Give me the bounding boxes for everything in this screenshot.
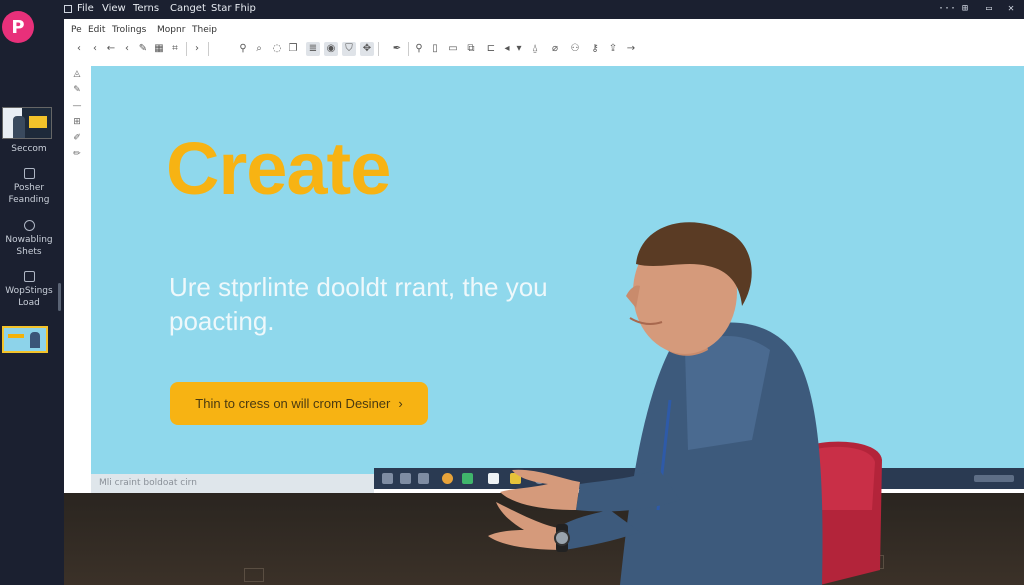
menu-canget[interactable]: Canget xyxy=(170,3,206,14)
menu-terns[interactable]: Terns xyxy=(133,3,159,14)
settings-icon xyxy=(23,220,35,231)
sidebar-item-wopstings[interactable]: WopStings Load xyxy=(0,271,58,309)
shape-icon[interactable]: ◬ xyxy=(70,67,84,81)
list-icon[interactable]: ≣ xyxy=(306,42,320,56)
grid-icon[interactable]: ▦ xyxy=(152,42,166,56)
grid-icon[interactable]: ⊞ xyxy=(962,3,968,14)
sidebar-item-label: Nowabling xyxy=(5,235,53,245)
arrow-right-icon[interactable]: → xyxy=(624,42,638,56)
app-menu-icon[interactable] xyxy=(64,5,72,13)
shield-icon[interactable]: ⛉ xyxy=(342,42,356,56)
status-bar: Mli craint boldoat cirn xyxy=(91,474,374,493)
sidebar-item-sublabel: Feanding xyxy=(8,195,50,205)
sidebar-item-sublabel: Load xyxy=(18,298,40,308)
brush-icon[interactable]: ✏ xyxy=(70,147,84,161)
move-icon[interactable]: ✥ xyxy=(360,42,374,56)
image-icon xyxy=(23,168,35,179)
pen-icon[interactable]: ✐ xyxy=(70,131,84,145)
layers-icon[interactable]: ⧉ xyxy=(464,42,478,56)
chevron-left-icon[interactable]: ‹ xyxy=(88,42,102,56)
more-icon[interactable]: ··· xyxy=(938,3,956,14)
sidebar-item-nowabling[interactable]: Nowabling Shets xyxy=(0,220,58,258)
submenu-theip[interactable]: Theip xyxy=(192,25,217,35)
menu-star-fhip[interactable]: Star Fhip xyxy=(211,3,256,14)
app-logo[interactable]: P xyxy=(2,11,34,43)
chevron-right-icon[interactable]: › xyxy=(190,42,204,56)
cta-button[interactable]: Thin to cress on will crom Desiner › xyxy=(170,382,428,425)
line-icon[interactable]: — xyxy=(70,99,84,113)
chevron-down-icon[interactable]: ▾ xyxy=(512,42,526,56)
file-icon[interactable]: ▯ xyxy=(428,42,442,56)
play-icon[interactable]: ◉ xyxy=(324,42,338,56)
system-tray[interactable] xyxy=(974,475,1014,482)
sidebar-item-label: WopStings xyxy=(5,286,53,296)
chevron-left-icon[interactable]: ‹ xyxy=(120,42,134,56)
document-icon xyxy=(23,271,35,282)
slide-thumbnail-2[interactable] xyxy=(2,326,48,353)
menu-view[interactable]: View xyxy=(102,3,126,14)
toolbar: ‹ ‹ ← ‹ ✎ ▦ ⌗ › ⚲ ⌕ ◌ ❐ ≣ ◉ ⛉ ✥ ✒ ⚲ ▯ ▭ … xyxy=(72,42,712,58)
pin-icon[interactable]: ⚲ xyxy=(236,42,250,56)
pencil-icon[interactable]: ✎ xyxy=(70,83,84,97)
pen-icon[interactable]: ✒ xyxy=(390,42,404,56)
submenu-edit[interactable]: Edit xyxy=(88,25,105,35)
sidebar-item-label: Posher xyxy=(13,183,45,193)
sidebar-scrollbar[interactable] xyxy=(58,283,61,311)
sidebar-item-seccom[interactable]: Seccom xyxy=(0,144,58,154)
sidebar-item-posher[interactable]: Posher Feanding xyxy=(0,168,58,206)
cta-label: Thin to cress on will crom Desiner xyxy=(195,396,391,411)
cursor-icon[interactable]: ⊏ xyxy=(484,42,498,56)
status-text: Mli craint boldoat cirn xyxy=(99,478,197,488)
left-sidebar: P Seccom Posher Feanding Nowabling Shets… xyxy=(0,0,64,585)
submenu-trolings[interactable]: Trolings xyxy=(112,25,146,35)
share-icon[interactable]: ⇪ xyxy=(606,42,620,56)
chat-icon[interactable] xyxy=(418,473,429,484)
copy-icon[interactable]: ❐ xyxy=(286,42,300,56)
slide-thumbnail-1[interactable] xyxy=(2,107,52,139)
menu-bar: File View Terns Canget Star Fhip ··· ⊞ ▭… xyxy=(64,0,1024,19)
table-icon[interactable]: ⊞ xyxy=(70,115,84,129)
crop-icon[interactable]: ⌗ xyxy=(168,42,182,56)
submenu-mopnr[interactable]: Mopnr xyxy=(157,25,185,35)
image-icon[interactable]: ▭ xyxy=(446,42,460,56)
chevron-right-icon: › xyxy=(398,396,403,411)
presenter-photo xyxy=(488,222,882,585)
person-icon[interactable]: ⚇ xyxy=(568,42,582,56)
submenu-pe[interactable]: Pe xyxy=(71,25,82,35)
arrow-left-icon[interactable]: ← xyxy=(104,42,118,56)
key-icon[interactable]: ⚷ xyxy=(588,42,602,56)
comment-icon[interactable]: ◌ xyxy=(270,42,284,56)
clip-icon[interactable]: ⌀ xyxy=(548,42,562,56)
lock-icon[interactable]: ⍙ xyxy=(528,42,542,56)
search-icon[interactable] xyxy=(400,473,411,484)
chevron-left-icon[interactable]: ‹ xyxy=(72,42,86,56)
sidebar-item-sublabel: Shets xyxy=(16,247,42,257)
link-icon[interactable]: ⚲ xyxy=(412,42,426,56)
search-icon[interactable]: ⌕ xyxy=(252,42,266,56)
pencil-icon[interactable]: ✎ xyxy=(136,42,150,56)
menu-file[interactable]: File xyxy=(77,3,94,14)
left-tool-column: ◬ ✎ — ⊞ ✐ ✏ xyxy=(70,67,86,163)
window-icon[interactable] xyxy=(382,473,393,484)
maximize-icon[interactable]: ▭ xyxy=(986,3,992,14)
close-icon[interactable]: ✕ xyxy=(1008,3,1014,14)
slide-title[interactable]: Create xyxy=(166,126,391,211)
